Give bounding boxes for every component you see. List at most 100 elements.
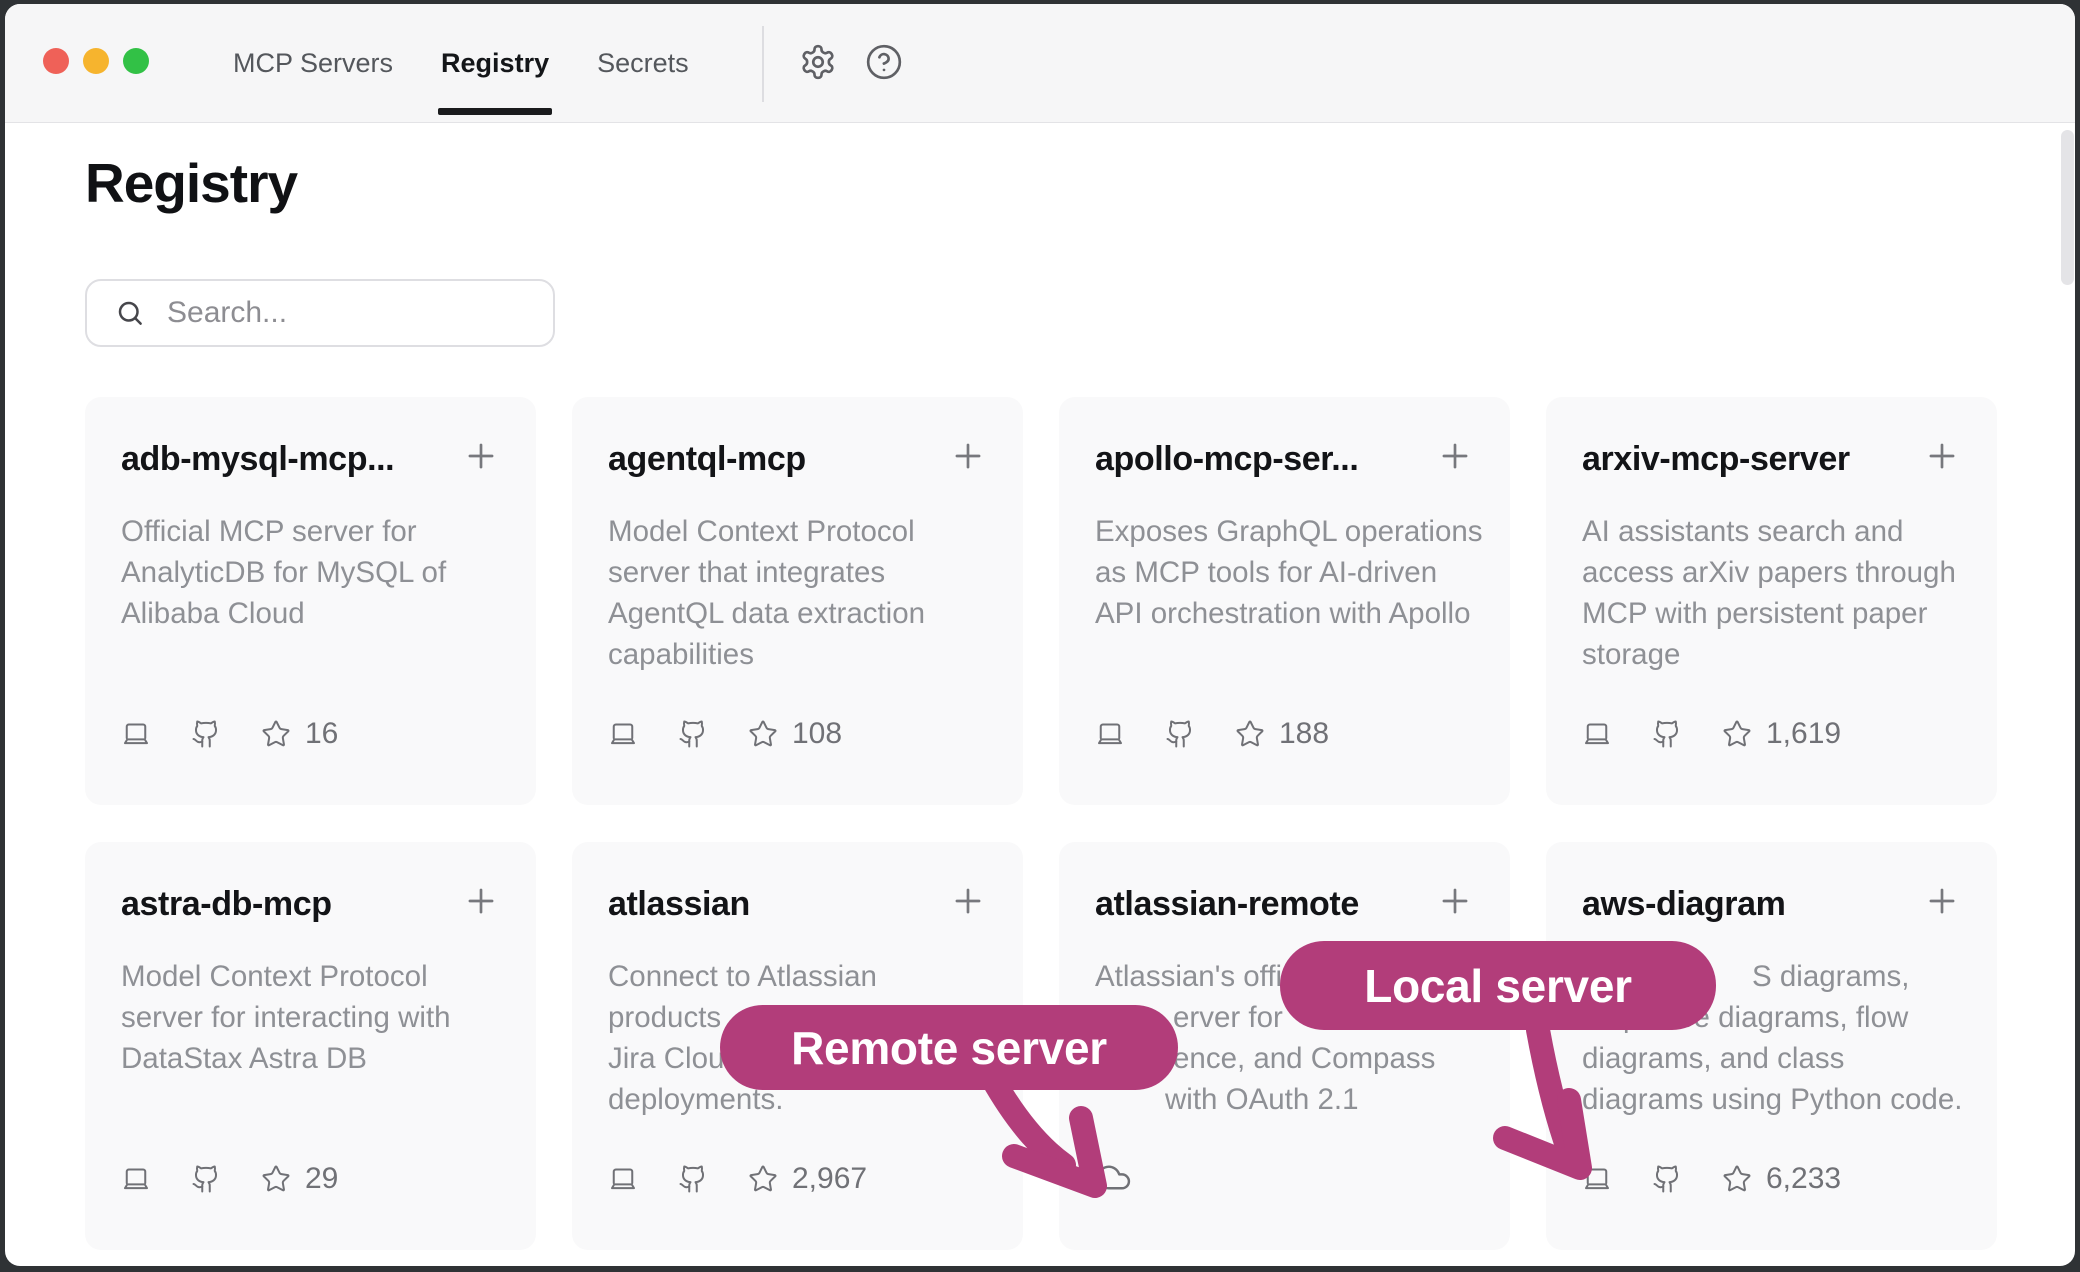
zoom-button[interactable] xyxy=(123,48,149,74)
description-line: Jira Clou xyxy=(608,1038,987,1079)
add-server-button[interactable] xyxy=(949,882,987,920)
add-server-button[interactable] xyxy=(1436,882,1474,920)
scrollbar-thumb[interactable] xyxy=(2061,130,2074,285)
github-icon xyxy=(678,1164,708,1194)
description-line: diagrams using Python code. xyxy=(1582,1079,1961,1120)
minimize-button[interactable] xyxy=(83,48,109,74)
github-icon xyxy=(1652,719,1682,749)
close-button[interactable] xyxy=(43,48,69,74)
help-button[interactable] xyxy=(865,43,903,81)
server-card-adb-mysql[interactable]: adb-mysql-mcp... Official MCP server for… xyxy=(85,397,536,805)
laptop-icon xyxy=(1095,719,1125,749)
add-server-button[interactable] xyxy=(1923,882,1961,920)
tab-bar: MCP Servers Registry Secrets xyxy=(233,4,689,123)
server-name: apollo-mcp-ser... xyxy=(1095,437,1358,481)
plus-icon xyxy=(949,437,987,475)
plus-icon xyxy=(1923,437,1961,475)
server-name: adb-mysql-mcp... xyxy=(121,437,394,481)
description-line: sequence diagrams, flow xyxy=(1582,997,1961,1038)
card-footer: 6,233 xyxy=(1582,1162,1841,1196)
description-line: Exposes GraphQL operations xyxy=(1095,511,1474,552)
star-count: 16 xyxy=(305,717,338,751)
card-footer xyxy=(1095,1159,1132,1196)
description-line: Atlassian's offi xyxy=(1095,956,1474,997)
star-count: 108 xyxy=(792,717,842,751)
star-count: 2,967 xyxy=(792,1162,867,1196)
star-icon xyxy=(1722,1164,1752,1194)
laptop-icon xyxy=(608,719,638,749)
card-footer: 29 xyxy=(121,1162,338,1196)
star-icon xyxy=(261,719,291,749)
tab-secrets[interactable]: Secrets xyxy=(597,48,689,79)
titlebar-divider xyxy=(762,26,764,102)
description-line: diagrams, and class xyxy=(1582,1038,1961,1079)
server-card-aws-diagram[interactable]: aws-diagram S diagrams, sequence diagram… xyxy=(1546,842,1997,1250)
description-line: erver for xyxy=(1173,997,1474,1038)
description-line: server that integrates xyxy=(608,552,987,593)
page-title: Registry xyxy=(85,151,2075,215)
server-card-astra-db[interactable]: astra-db-mcp Model Context Protocol serv… xyxy=(85,842,536,1250)
description-line: S diagrams, xyxy=(1752,956,1961,997)
server-name: aws-diagram xyxy=(1582,882,1785,926)
github-icon xyxy=(1652,1164,1682,1194)
star-icon xyxy=(1722,719,1752,749)
add-server-button[interactable] xyxy=(462,882,500,920)
settings-button[interactable] xyxy=(799,43,837,81)
github-icon xyxy=(191,1164,221,1194)
server-card-atlassian[interactable]: atlassian Connect to Atlassian products … xyxy=(572,842,1023,1250)
card-footer: 16 xyxy=(121,717,338,751)
server-description: Model Context Protocol server that integ… xyxy=(608,511,987,675)
description-line: AnalyticDB for MySQL of xyxy=(121,552,500,593)
server-grid: adb-mysql-mcp... Official MCP server for… xyxy=(85,397,2075,1250)
laptop-icon xyxy=(121,719,151,749)
server-name: atlassian xyxy=(608,882,750,926)
github-icon xyxy=(1165,719,1195,749)
description-line: Official MCP server for xyxy=(121,511,500,552)
star-count: 29 xyxy=(305,1162,338,1196)
server-card-atlassian-remote[interactable]: atlassian-remote Atlassian's offi erver … xyxy=(1059,842,1510,1250)
app-window: MCP Servers Registry Secrets Registry ad… xyxy=(5,4,2075,1266)
description-line: capabilities xyxy=(608,634,987,675)
plus-icon xyxy=(1923,882,1961,920)
add-server-button[interactable] xyxy=(1436,437,1474,475)
star-count: 6,233 xyxy=(1766,1162,1841,1196)
help-icon xyxy=(865,43,903,81)
card-footer: 1,619 xyxy=(1582,717,1841,751)
description-line: Model Context Protocol xyxy=(121,956,500,997)
card-footer: 188 xyxy=(1095,717,1329,751)
server-description: S diagrams, sequence diagrams, flow diag… xyxy=(1582,956,1961,1120)
star-icon xyxy=(261,1164,291,1194)
server-card-apollo[interactable]: apollo-mcp-ser... Exposes GraphQL operat… xyxy=(1059,397,1510,805)
description-line: with OAuth 2.1 xyxy=(1165,1079,1474,1120)
star-count: 1,619 xyxy=(1766,717,1841,751)
description-line: AgentQL data extraction xyxy=(608,593,987,634)
server-name: atlassian-remote xyxy=(1095,882,1359,926)
server-card-agentql[interactable]: agentql-mcp Model Context Protocol serve… xyxy=(572,397,1023,805)
gear-icon xyxy=(799,43,837,81)
laptop-icon xyxy=(608,1164,638,1194)
tab-registry[interactable]: Registry xyxy=(441,48,549,79)
server-card-arxiv[interactable]: arxiv-mcp-server AI assistants search an… xyxy=(1546,397,1997,805)
star-icon xyxy=(1235,719,1265,749)
description-line: access arXiv papers through xyxy=(1582,552,1961,593)
description-line: as MCP tools for AI-driven xyxy=(1095,552,1474,593)
card-footer: 2,967 xyxy=(608,1162,867,1196)
description-line: deployments. xyxy=(608,1079,987,1120)
star-count: 188 xyxy=(1279,717,1329,751)
server-description: Connect to Atlassian products Jira Clou … xyxy=(608,956,987,1120)
main-content: Registry adb-mysql-mcp... Official MCP s… xyxy=(5,151,2075,1250)
description-line: Alibaba Cloud xyxy=(121,593,500,634)
laptop-icon xyxy=(1582,1164,1612,1194)
add-server-button[interactable] xyxy=(462,437,500,475)
search-input[interactable] xyxy=(167,296,553,330)
add-server-button[interactable] xyxy=(949,437,987,475)
description-line: API orchestration with Apollo xyxy=(1095,593,1474,634)
server-description: Official MCP server for AnalyticDB for M… xyxy=(121,511,500,634)
description-line: server for interacting with xyxy=(121,997,500,1038)
star-icon xyxy=(748,1164,778,1194)
description-line: MCP with persistent paper xyxy=(1582,593,1961,634)
search-box xyxy=(85,279,555,347)
add-server-button[interactable] xyxy=(1923,437,1961,475)
window-controls xyxy=(43,48,149,74)
tab-mcp-servers[interactable]: MCP Servers xyxy=(233,48,393,79)
